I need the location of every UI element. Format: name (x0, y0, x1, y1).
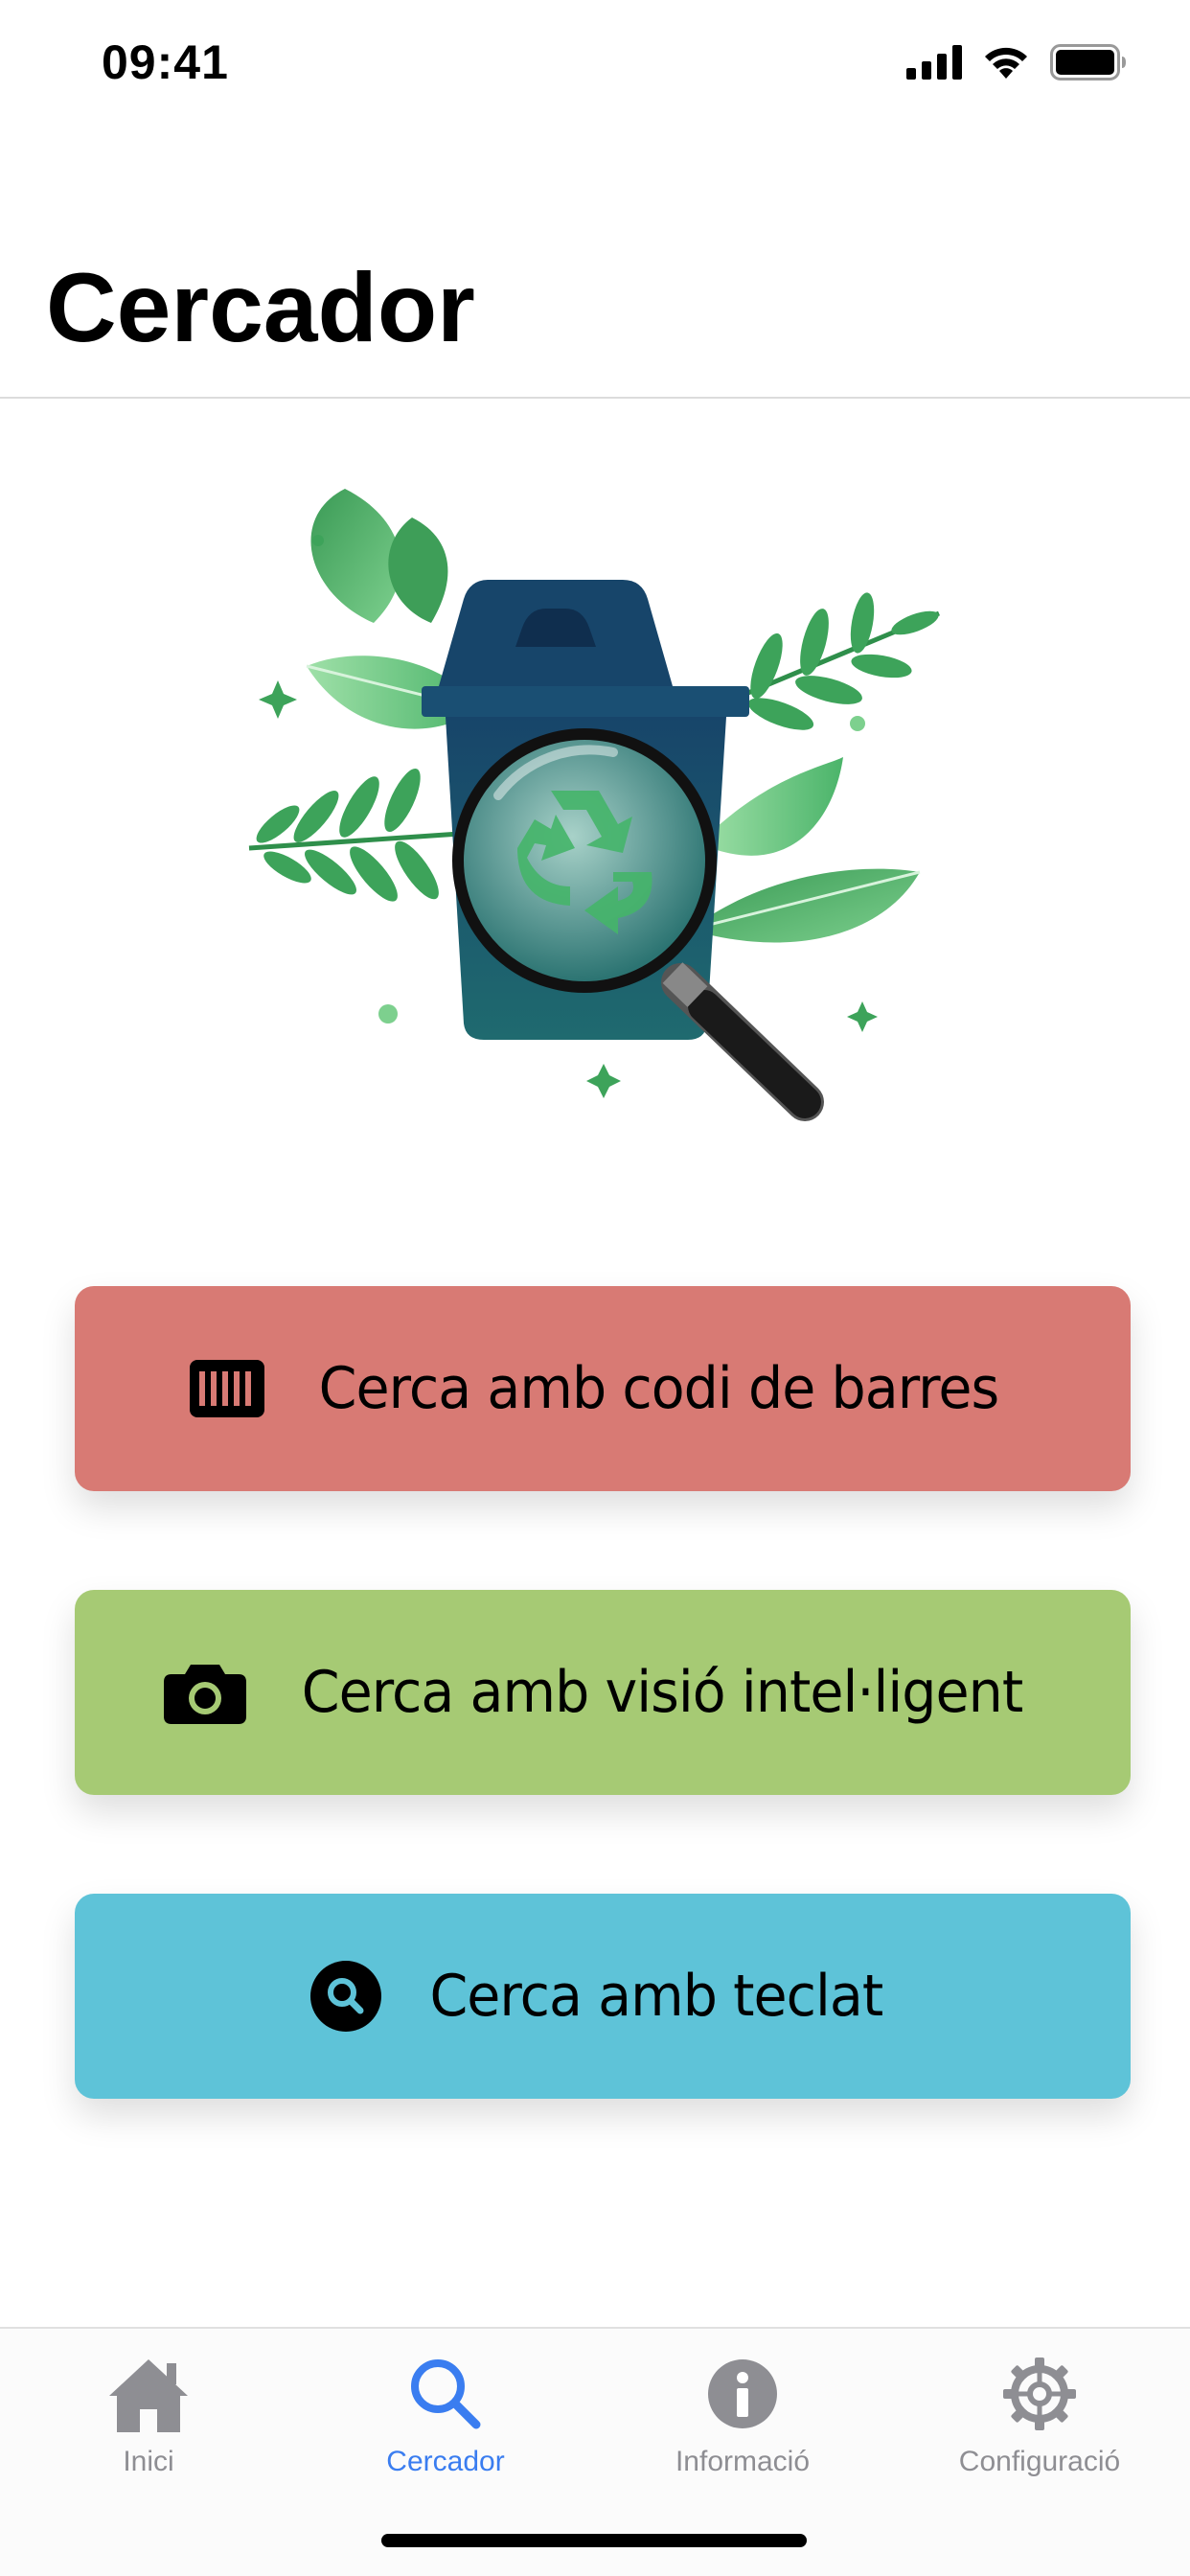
vision-search-label: Cerca amb visió intel·ligent (301, 1659, 1023, 1726)
tab-cercador-label: Cercador (386, 2446, 505, 2477)
tab-informacio-label: Informació (675, 2446, 811, 2477)
gear-icon (1001, 2346, 1078, 2442)
barcode-search-label: Cerca amb codi de barres (318, 1355, 999, 1422)
page-title: Cercador (46, 253, 475, 362)
cellular-signal-icon (906, 45, 962, 80)
battery-icon (1050, 44, 1126, 80)
tab-inici-label: Inici (123, 2446, 174, 2477)
tab-configuracio-label: Configuració (958, 2446, 1121, 2477)
tab-informacio[interactable]: Informació (594, 2346, 891, 2499)
status-time: 09:41 (102, 35, 229, 89)
search-icon (407, 2346, 484, 2442)
keyboard-search-label: Cerca amb teclat (429, 1963, 884, 2030)
info-icon (707, 2346, 778, 2442)
tab-inici[interactable]: Inici (0, 2346, 297, 2499)
tab-configuracio[interactable]: Configuració (891, 2346, 1188, 2499)
status-bar: 09:41 (0, 0, 1190, 126)
home-indicator[interactable] (381, 2534, 807, 2547)
screen: 09:41 Cercador Cerca amb codi de barres … (0, 0, 1190, 2576)
vision-search-button[interactable]: Cerca amb visió intel·ligent (75, 1590, 1131, 1795)
search-circle-icon (310, 1961, 382, 2032)
tab-cercador[interactable]: Cercador (297, 2346, 594, 2499)
barcode-search-button[interactable]: Cerca amb codi de barres (75, 1286, 1131, 1491)
camera-icon (163, 1661, 246, 1724)
home-icon (107, 2346, 190, 2442)
status-icons (906, 44, 1127, 80)
keyboard-search-button[interactable]: Cerca amb teclat (75, 1894, 1131, 2099)
recycling-bin-illustration (248, 489, 940, 1121)
title-divider (0, 397, 1190, 399)
wifi-icon (985, 47, 1027, 79)
barcode-icon (189, 1360, 264, 1417)
